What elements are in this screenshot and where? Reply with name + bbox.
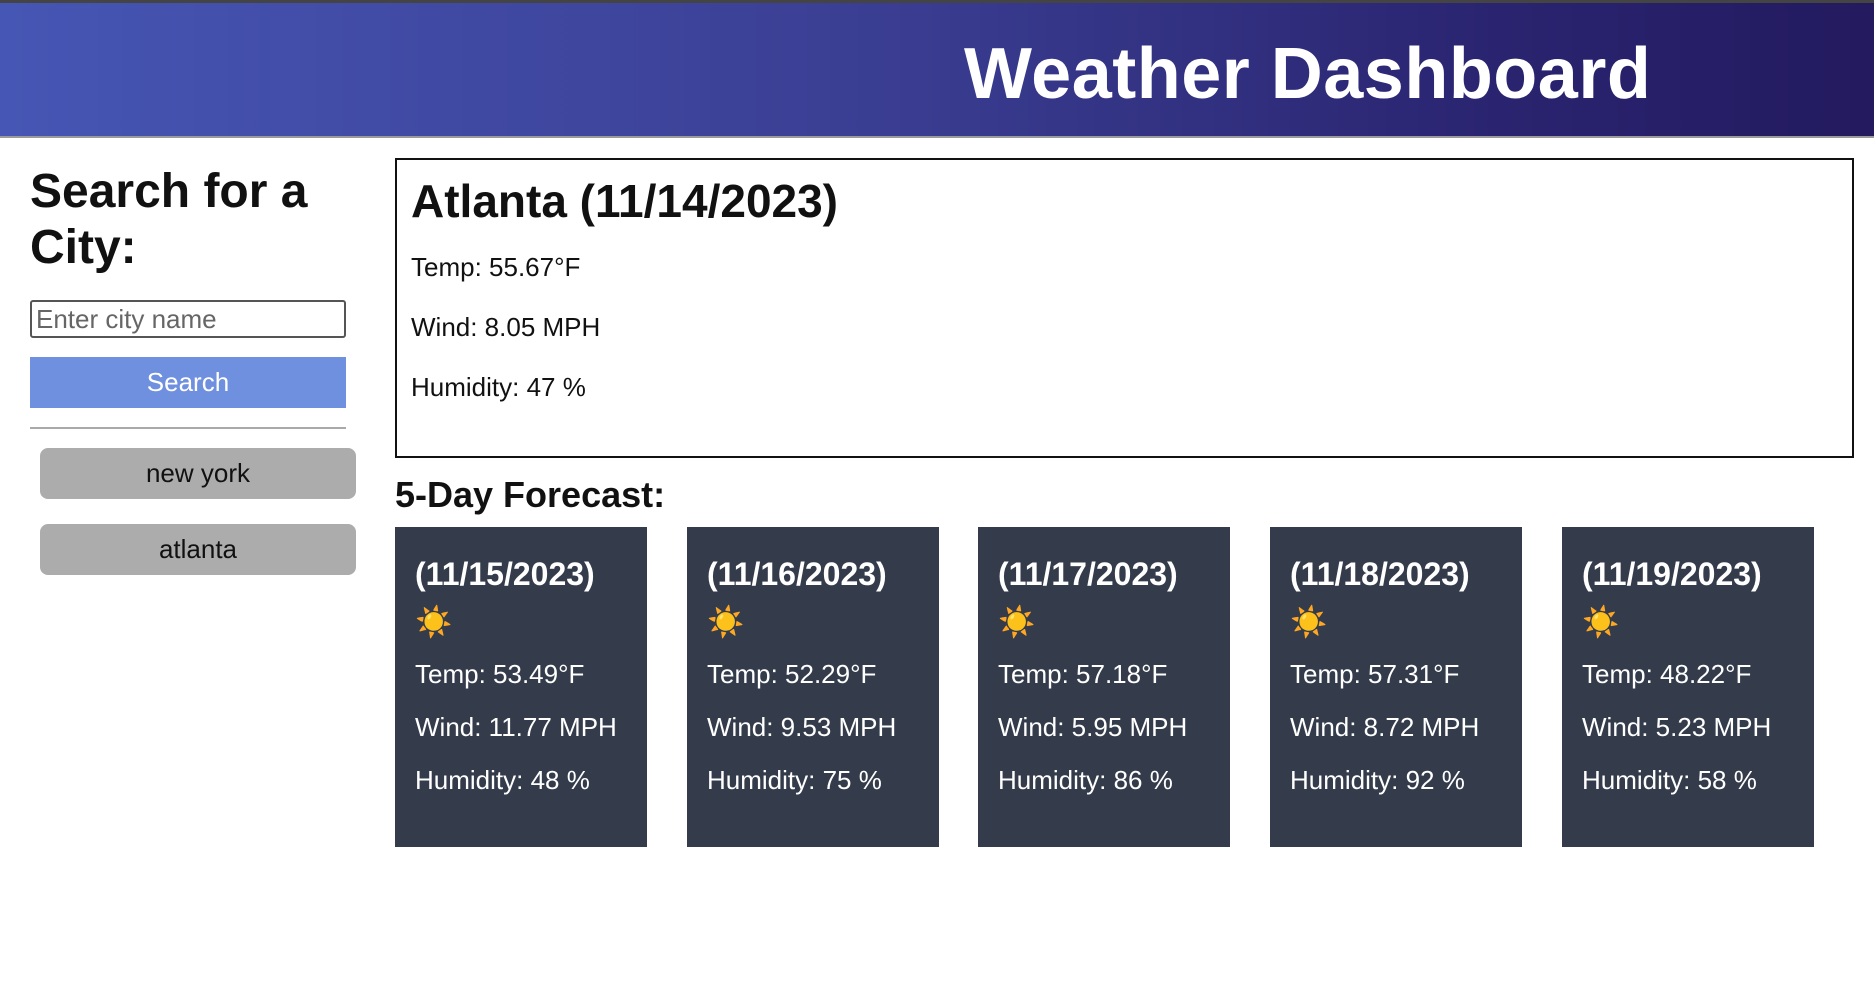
- current-city-title: Atlanta (11/14/2023): [411, 175, 839, 227]
- history-button-new-york[interactable]: new york: [40, 448, 356, 499]
- forecast-date: (11/18/2023): [1290, 556, 1470, 592]
- city-search-input[interactable]: [30, 300, 346, 338]
- history-button-atlanta[interactable]: atlanta: [40, 524, 356, 575]
- forecast-date: (11/19/2023): [1582, 556, 1762, 592]
- current-wind: Wind: 8.05 MPH: [411, 312, 601, 342]
- sun-icon: ☀️: [998, 606, 1036, 639]
- current-temp: Temp: 55.67°F: [411, 252, 581, 282]
- forecast-card: (11/17/2023) ☀️ Temp: 57.18°F Wind: 5.95…: [978, 527, 1230, 847]
- forecast-wind: Wind: 5.95 MPH: [998, 712, 1188, 742]
- sun-icon: ☀️: [1290, 606, 1328, 639]
- forecast-temp: Temp: 48.22°F: [1582, 659, 1752, 689]
- forecast-humidity: Humidity: 92 %: [1290, 765, 1465, 795]
- forecast-humidity: Humidity: 75 %: [707, 765, 882, 795]
- forecast-temp: Temp: 52.29°F: [707, 659, 877, 689]
- forecast-card: (11/15/2023) ☀️ Temp: 53.49°F Wind: 11.7…: [395, 527, 647, 847]
- forecast-wind: Wind: 11.77 MPH: [415, 712, 617, 742]
- current-humidity: Humidity: 47 %: [411, 372, 586, 402]
- sidebar-divider: [30, 427, 346, 429]
- page-title: Weather Dashboard: [964, 34, 1652, 114]
- forecast-humidity: Humidity: 86 %: [998, 765, 1173, 795]
- sun-icon: ☀️: [415, 606, 453, 639]
- forecast-temp: Temp: 57.18°F: [998, 659, 1168, 689]
- page-header: Weather Dashboard: [0, 0, 1874, 138]
- forecast-card: (11/16/2023) ☀️ Temp: 52.29°F Wind: 9.53…: [687, 527, 939, 847]
- search-sidebar: Search for a City: Search new york atlan…: [30, 164, 356, 575]
- current-weather-panel: Atlanta (11/14/2023) Temp: 55.67°F Wind:…: [395, 158, 1854, 458]
- forecast-humidity: Humidity: 48 %: [415, 765, 590, 795]
- forecast-date: (11/16/2023): [707, 556, 887, 592]
- forecast-wind: Wind: 8.72 MPH: [1290, 712, 1480, 742]
- search-heading: Search for a City:: [30, 165, 308, 274]
- forecast-temp: Temp: 57.31°F: [1290, 659, 1460, 689]
- forecast-humidity: Humidity: 58 %: [1582, 765, 1757, 795]
- forecast-wind: Wind: 9.53 MPH: [707, 712, 897, 742]
- forecast-date: (11/15/2023): [415, 556, 595, 592]
- sun-icon: ☀️: [1582, 606, 1620, 639]
- search-button[interactable]: Search: [30, 357, 346, 408]
- forecast-wind: Wind: 5.23 MPH: [1582, 712, 1772, 742]
- forecast-heading: 5-Day Forecast:: [395, 474, 666, 515]
- sun-icon: ☀️: [707, 606, 745, 639]
- forecast-temp: Temp: 53.49°F: [415, 659, 585, 689]
- forecast-card: (11/19/2023) ☀️ Temp: 48.22°F Wind: 5.23…: [1562, 527, 1814, 847]
- forecast-date: (11/17/2023): [998, 556, 1178, 592]
- forecast-card: (11/18/2023) ☀️ Temp: 57.31°F Wind: 8.72…: [1270, 527, 1522, 847]
